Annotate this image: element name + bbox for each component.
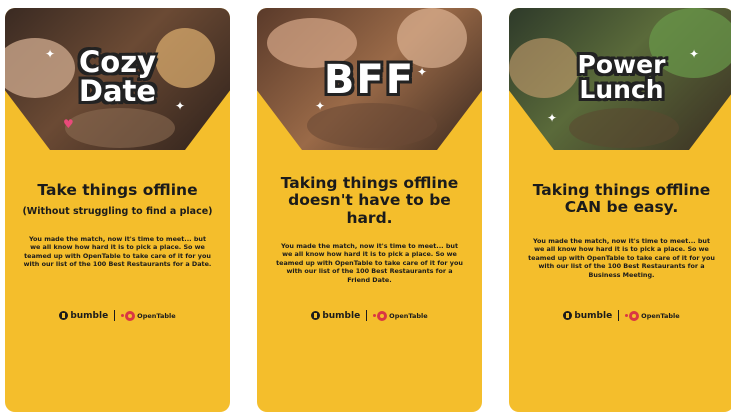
logo-divider [366, 310, 368, 321]
partner-logos: bumble OpenTable [509, 310, 731, 321]
sparkle-icon: ✦ [417, 65, 428, 79]
bumble-logo: bumble [574, 310, 613, 321]
opentable-dot-icon [125, 310, 136, 321]
card-subheading: (Without struggling to find a place) [22, 206, 213, 217]
logo-divider [114, 310, 116, 321]
bumble-logo: bumble [70, 310, 109, 321]
sparkle-icon: ✦ [315, 99, 326, 113]
bumble-bee-icon [563, 311, 573, 320]
sparkle-icon: ✦ [547, 111, 558, 125]
opentable-dot-icon [377, 310, 388, 321]
opentable-logo: OpenTable [137, 311, 176, 320]
card-body: You made the match, now it's time to mee… [528, 237, 715, 279]
opentable-logo: OpenTable [641, 311, 680, 320]
promo-card-power-lunch[interactable]: Power Lunch ✦ ✦ Taking things offline CA… [509, 8, 731, 412]
bff-photo: BFF ✦ ✦ [257, 8, 482, 150]
promo-card-bff[interactable]: BFF ✦ ✦ Taking things offline doesn't ha… [257, 8, 482, 412]
bumble-bee-icon [59, 311, 69, 320]
card-heading: Taking things offline doesn't have to be… [280, 174, 459, 227]
cozy-date-photo: Cozy Date ✦ ✦ ♥ [5, 8, 230, 150]
cozy-date-badge: Cozy Date [78, 45, 157, 108]
power-lunch-photo: Power Lunch ✦ ✦ [509, 8, 731, 150]
card-body: You made the match, now it's time to mee… [276, 242, 463, 284]
logo-divider [618, 310, 620, 321]
opentable-logo: OpenTable [389, 311, 428, 320]
sparkle-icon: ✦ [45, 47, 56, 61]
card-heading: Taking things offline CAN be easy. [532, 181, 711, 217]
partner-logos: bumble OpenTable [5, 310, 230, 321]
promo-card-cozy-date[interactable]: Cozy Date ✦ ✦ ♥ Take things offline (Wit… [5, 8, 230, 412]
card-body: You made the match, now it's time to mee… [23, 235, 212, 269]
opentable-dot-icon [629, 310, 640, 321]
heart-icon: ♥ [63, 117, 74, 131]
bumble-bee-icon [311, 311, 321, 320]
card-heading: Take things offline [37, 181, 198, 199]
sparkle-icon: ✦ [689, 47, 700, 61]
sparkle-icon: ✦ [175, 99, 186, 113]
partner-logos: bumble OpenTable [257, 310, 482, 321]
bff-badge: BFF [323, 57, 416, 103]
bumble-logo: bumble [322, 310, 361, 321]
